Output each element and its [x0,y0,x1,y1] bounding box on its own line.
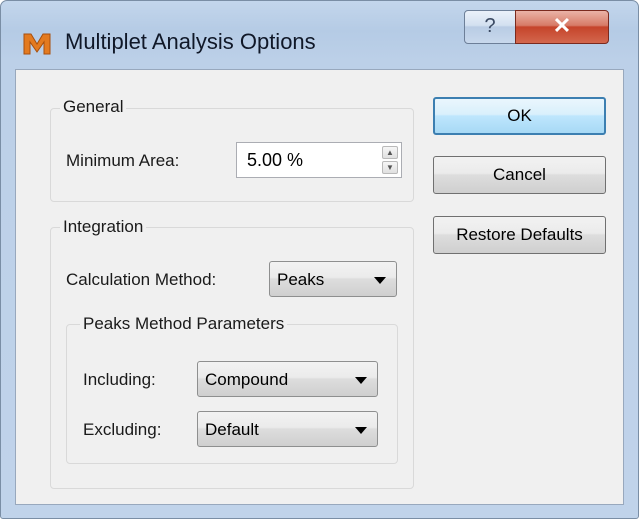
integration-group-label: Integration [60,217,147,237]
ok-button[interactable]: OK [433,97,606,135]
including-label: Including: [83,370,156,389]
window-title: Multiplet Analysis Options [65,29,316,54]
spin-up-icon[interactable]: ▲ [382,146,398,159]
including-dropdown[interactable]: Compound [197,361,378,397]
minimum-area-spinbox[interactable]: 5.00 % ▲ ▼ [236,142,402,178]
title-bar[interactable]: Multiplet Analysis Options ? ✕ [1,1,638,59]
calculation-method-value: Peaks [277,270,325,289]
including-value: Compound [205,370,289,389]
close-icon: ✕ [552,13,572,38]
dialog-body: General Minimum Area: 5.00 % ▲ ▼ Integra… [15,69,624,505]
peaks-params-group-label: Peaks Method Parameters [80,314,288,334]
excluding-value: Default [205,420,259,439]
general-group-label: General [60,97,127,117]
restore-defaults-button[interactable]: Restore Defaults [433,216,606,254]
excluding-dropdown[interactable]: Default [197,411,378,447]
spin-down-icon[interactable]: ▼ [382,161,398,174]
dialog-window: Multiplet Analysis Options ? ✕ General M… [0,0,639,519]
excluding-label: Excluding: [83,420,162,439]
help-icon: ? [484,15,496,37]
help-button[interactable]: ? [464,10,516,44]
mnova-app-icon [23,33,51,55]
chevron-down-icon [355,427,367,434]
calculation-method-label: Calculation Method: [66,270,217,289]
minimum-area-value[interactable]: 5.00 % [247,150,303,171]
chevron-down-icon [355,377,367,384]
chevron-down-icon [374,277,386,284]
close-button[interactable]: ✕ [515,10,609,44]
spin-buttons: ▲ ▼ [382,146,398,174]
minimum-area-label: Minimum Area: [66,151,180,170]
cancel-button[interactable]: Cancel [433,156,606,194]
calculation-method-dropdown[interactable]: Peaks [269,261,397,297]
